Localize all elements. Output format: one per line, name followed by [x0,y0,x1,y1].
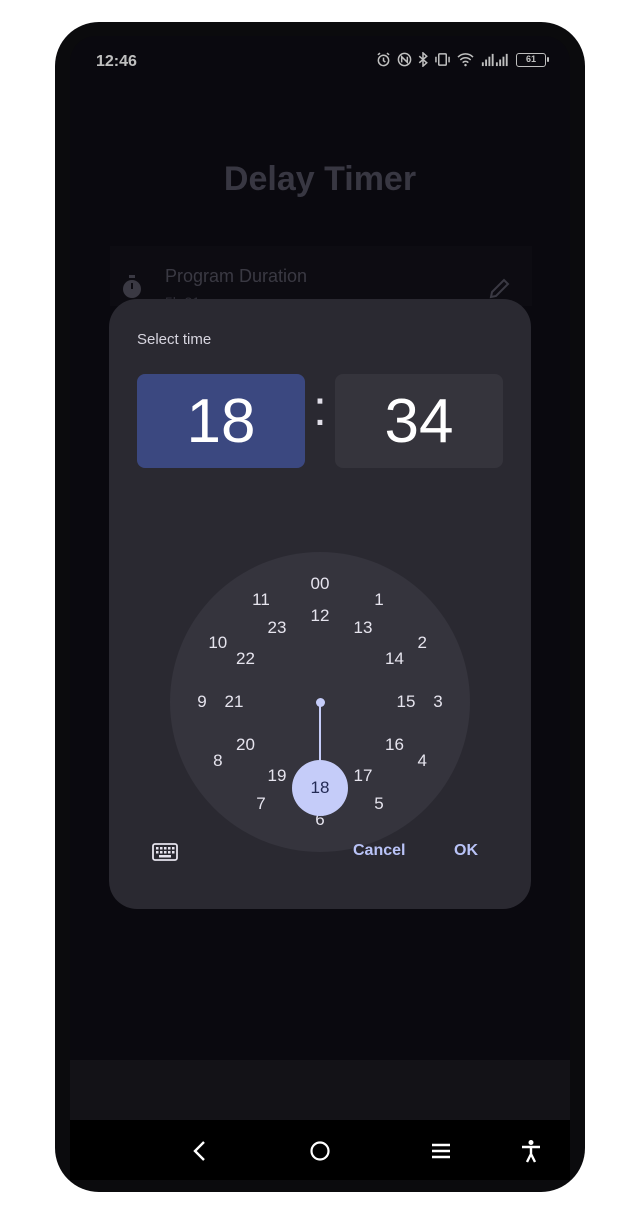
screen: 12:46 61 Delay Timer Program Duration 5h… [70,36,570,1180]
clock-selected-hour[interactable]: 18 [292,760,348,816]
menu-icon [432,1143,450,1159]
clock-number-outer[interactable]: 5 [362,792,396,816]
clock-number-outer[interactable]: 7 [244,792,278,816]
back-icon [193,1141,205,1161]
clock-number-outer[interactable]: 9 [185,690,219,714]
minute-field[interactable]: 34 [335,374,503,468]
keyboard-toggle-button[interactable] [149,839,181,865]
clock-number-inner[interactable]: 14 [377,647,411,671]
time-picker-dialog: Select time 18 : 34 00 1 2 3 4 5 6 7 8 9 10 11 12 13 1… [109,299,531,909]
clock-number-outer[interactable]: 11 [244,588,278,612]
home-button[interactable] [305,1136,335,1166]
navigation-bar [70,1120,570,1180]
clock-number-inner[interactable]: 22 [229,647,263,671]
hour-field[interactable]: 18 [137,374,305,468]
home-icon [310,1141,330,1161]
bottom-area [70,1060,570,1120]
clock-number-inner[interactable]: 12 [303,604,337,628]
clock-number-inner[interactable]: 17 [346,764,380,788]
accessibility-button[interactable] [516,1136,546,1166]
time-separator: : [313,380,327,436]
clock-number-inner[interactable]: 23 [260,616,294,640]
clock-number-outer[interactable]: 3 [421,690,455,714]
accessibility-icon [522,1140,540,1163]
clock-number-inner[interactable]: 16 [377,733,411,757]
clock-number-outer[interactable]: 1 [362,588,396,612]
dialog-heading: Select time [137,331,212,348]
clock-center-dot [315,697,325,707]
clock-number-inner[interactable]: 15 [389,690,423,714]
clock-number-inner[interactable]: 20 [229,733,263,757]
clock-number-inner[interactable]: 19 [260,764,294,788]
menu-button[interactable] [426,1136,456,1166]
keyboard-icon [152,843,178,861]
cancel-button[interactable]: Cancel [353,842,405,860]
clock-dial[interactable]: 0012345678910111213141516171819202122231… [170,552,470,852]
ok-button[interactable]: OK [454,842,478,860]
back-button[interactable] [185,1136,215,1166]
clock-number-inner[interactable]: 21 [217,690,251,714]
clock-number-inner[interactable]: 13 [346,616,380,640]
clock-number-outer[interactable]: 00 [303,572,337,596]
